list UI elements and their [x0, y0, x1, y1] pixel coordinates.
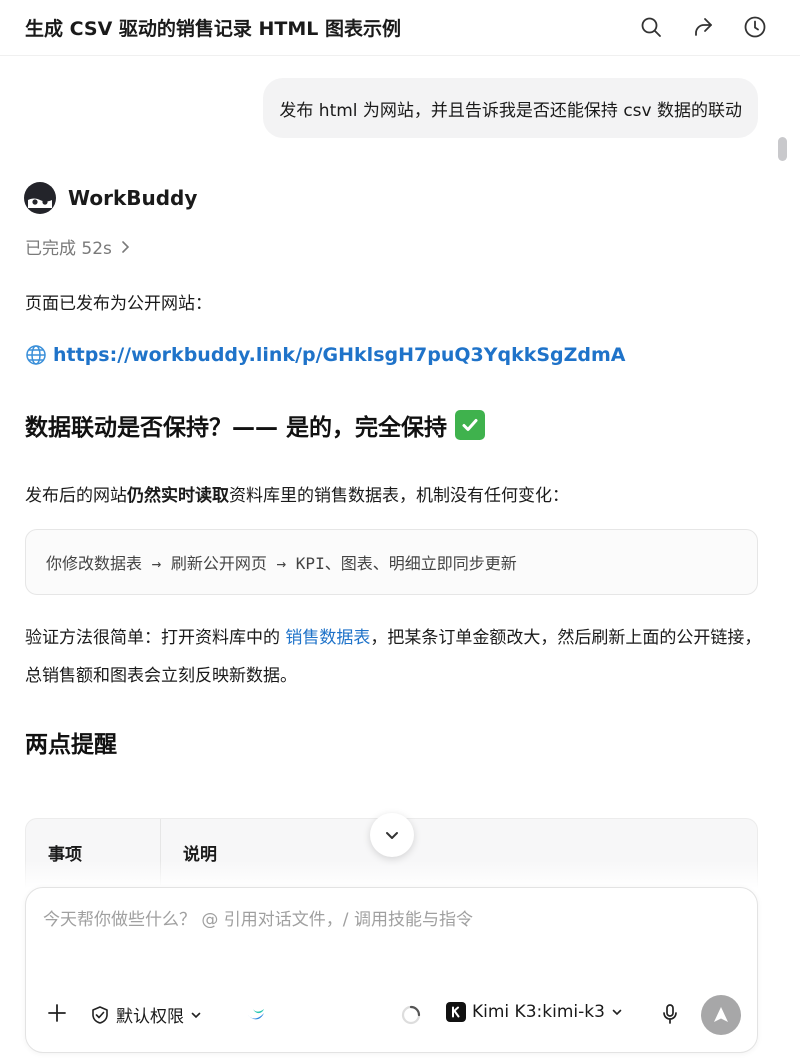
share-icon[interactable]: [688, 12, 718, 42]
loading-spinner-icon: [400, 1004, 422, 1026]
message-composer: 默认权限 Kimi K3:kimi-k3: [25, 887, 758, 1053]
add-attachment-button[interactable]: [46, 1002, 68, 1024]
user-message: 发布 html 为网站，并且告诉我是否还能保持 csv 数据的联动: [263, 78, 758, 138]
check-mark-icon: [455, 410, 486, 440]
voice-input-button[interactable]: [660, 1003, 680, 1025]
agent-header: WorkBuddy: [24, 182, 197, 214]
conversation-title: 生成 CSV 驱动的销售记录 HTML 图表示例: [25, 18, 402, 40]
section-heading-sync: 数据联动是否保持？—— 是的，完全保持: [25, 408, 486, 442]
header-actions: [636, 12, 770, 42]
text-span: 发布后的网站: [25, 486, 127, 506]
chevron-down-icon: [191, 1012, 201, 1018]
status-text: 已完成 52s: [25, 239, 112, 259]
send-button[interactable]: [701, 995, 741, 1035]
published-link-text[interactable]: https://workbuddy.link/p/GHklsgH7puQ3Yqk…: [53, 344, 626, 366]
table-fade-overlay: [25, 860, 758, 888]
chevron-down-icon: [386, 832, 398, 839]
paragraph-published: 页面已发布为公开网站：: [25, 294, 212, 314]
sales-table-link[interactable]: 销售数据表: [285, 628, 370, 648]
skill-button[interactable]: [245, 1003, 267, 1025]
scrollbar-thumb[interactable]: [778, 137, 787, 161]
text-span: 资料库里的销售数据表，机制没有任何变化：: [229, 486, 569, 506]
bold-text: 仍然实时读取: [127, 486, 229, 506]
permission-selector[interactable]: 默认权限: [90, 1002, 202, 1027]
task-status[interactable]: 已完成 52s: [25, 234, 132, 259]
published-link[interactable]: https://workbuddy.link/p/GHklsgH7puQ3Yqk…: [25, 344, 626, 366]
paragraph-mechanism: 发布后的网站仍然实时读取资料库里的销售数据表，机制没有任何变化：: [25, 481, 569, 506]
search-icon[interactable]: [636, 12, 666, 42]
code-text: 你修改数据表 → 刷新公开网页 → KPI、图表、明细立即同步更新: [46, 554, 517, 573]
plus-icon: [48, 1004, 66, 1022]
code-block: 你修改数据表 → 刷新公开网页 → KPI、图表、明细立即同步更新: [25, 529, 758, 595]
paragraph-verification: 验证方法很简单：打开资料库中的 销售数据表，把某条订单金额改大，然后刷新上面的公…: [25, 619, 765, 695]
chevron-right-icon: [122, 240, 130, 253]
model-selector[interactable]: Kimi K3:kimi-k3: [446, 1002, 623, 1022]
send-arrow-icon: [714, 1007, 728, 1022]
section-heading-text: 数据联动是否保持？—— 是的，完全保持: [25, 415, 448, 441]
microphone-icon: [663, 1004, 677, 1024]
globe-icon: [26, 345, 46, 365]
agent-avatar-icon: [24, 182, 56, 214]
history-icon[interactable]: [740, 12, 770, 42]
shield-check-icon: [92, 1005, 108, 1024]
workbuddy-logo-icon: [248, 1009, 264, 1020]
message-input[interactable]: [43, 910, 733, 930]
scroll-to-bottom-button[interactable]: [370, 813, 414, 857]
model-label: Kimi K3:kimi-k3: [472, 1002, 605, 1022]
section-heading-reminders: 两点提醒: [25, 732, 117, 758]
agent-name: WorkBuddy: [68, 186, 198, 210]
kimi-logo-icon: [446, 1002, 466, 1022]
permission-label: 默认权限: [116, 1007, 184, 1027]
chat-header: 生成 CSV 驱动的销售记录 HTML 图表示例: [0, 0, 800, 56]
chevron-down-icon: [612, 1009, 622, 1016]
text-span: 验证方法很简单：打开资料库中的: [25, 628, 286, 648]
